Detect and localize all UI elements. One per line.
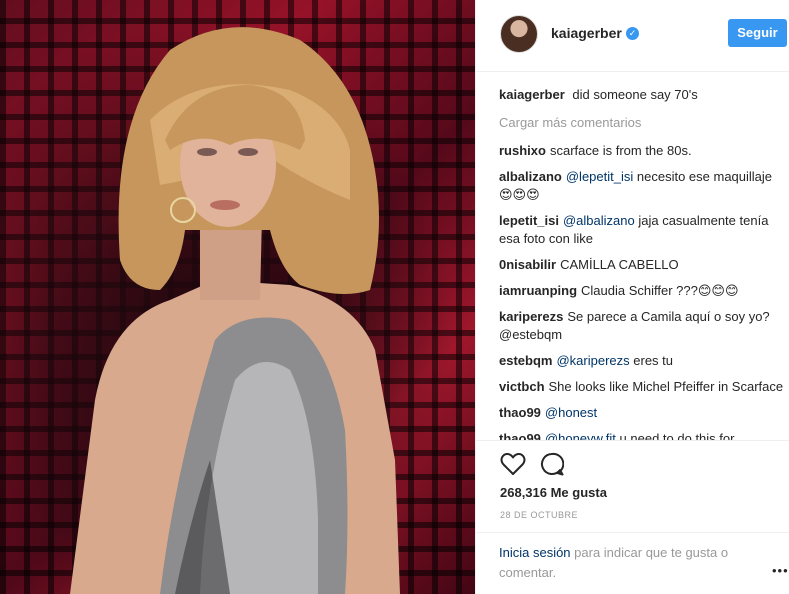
post-side-panel: kaiagerber ✓ Seguir kaiagerber did someo… — [475, 0, 789, 594]
comment-item: 0nisabilir CAMİLLA CABELLO — [499, 256, 784, 274]
comment-username[interactable]: estebqm — [499, 353, 552, 368]
comment-mention[interactable]: @honest — [545, 405, 597, 420]
comment-item: estebqm @kariperezs eres tu — [499, 352, 784, 370]
comment-mention[interactable]: @lepetit_isi — [566, 169, 633, 184]
more-options-icon[interactable]: ••• — [772, 563, 789, 578]
comment-item: iamruanping Claudia Schiffer ???😊😊😊 — [499, 282, 784, 300]
comment-mention[interactable]: @kariperezs — [556, 353, 629, 368]
comments-list[interactable]: kaiagerber did someone say 70's Cargar m… — [499, 82, 784, 440]
caption: kaiagerber did someone say 70's — [499, 86, 784, 104]
verified-badge-icon: ✓ — [626, 27, 639, 40]
comment-text: scarface is from the 80s. — [549, 143, 692, 158]
comment-item: thao99 @honest — [499, 404, 784, 422]
comment-username[interactable]: 0nisabilir — [499, 257, 556, 272]
login-prompt-text: Inicia sesión para indicar que te gusta … — [499, 543, 759, 583]
post-date[interactable]: 28 DE OCTUBRE — [500, 510, 578, 520]
comment-item: albalizano @lepetit_isi necesito ese maqu… — [499, 168, 784, 204]
comment-text: She looks like Michel Pfeiffer in Scarfa… — [548, 379, 784, 394]
comment-item: thao99 @honeyw.fit u need to do this for — [499, 430, 784, 440]
post-header: kaiagerber ✓ Seguir — [476, 0, 789, 72]
comment-username[interactable]: iamruanping — [499, 283, 577, 298]
comment-username[interactable]: victbch — [499, 379, 545, 394]
login-prompt: Inicia sesión para indicar que te gusta … — [476, 532, 789, 594]
login-link[interactable]: Inicia sesión — [499, 545, 571, 560]
comment-username[interactable]: albalizano — [499, 169, 562, 184]
comment-item: lepetit_isi @albalizano jaja casualmente … — [499, 212, 784, 248]
load-more-comments-link[interactable]: Cargar más comentarios — [499, 114, 784, 132]
caption-text: did someone say 70's — [572, 87, 698, 102]
heart-icon[interactable] — [500, 452, 526, 476]
comment-mention[interactable]: @albalizano — [563, 213, 635, 228]
follow-button[interactable]: Seguir — [728, 19, 787, 47]
comment-text: eres tu — [633, 353, 674, 368]
comment-mention[interactable]: @honeyw.fit — [545, 431, 616, 440]
portrait-figure — [70, 27, 400, 594]
avatar[interactable] — [500, 15, 538, 53]
post-photo[interactable] — [0, 0, 475, 594]
caption-username[interactable]: kaiagerber — [499, 87, 565, 102]
username-link[interactable]: kaiagerber — [551, 25, 622, 41]
comment-item: rushixo scarface is from the 80s. — [499, 142, 784, 160]
comment-username[interactable]: rushixo — [499, 143, 546, 158]
comment-bubble-icon[interactable] — [540, 452, 564, 476]
comment-item: kariperezs Se parece a Camila aquí o soy … — [499, 308, 784, 344]
comment-username[interactable]: lepetit_isi — [499, 213, 559, 228]
comment-username[interactable]: thao99 — [499, 405, 541, 420]
comment-username[interactable]: thao99 — [499, 431, 541, 440]
post-actions: 268,316 Me gusta — [476, 440, 789, 500]
comment-text: u need to do this for — [619, 431, 735, 440]
comment-username[interactable]: kariperezs — [499, 309, 563, 324]
comment-text: CAMİLLA CABELLO — [560, 257, 679, 272]
likes-count[interactable]: 268,316 Me gusta — [500, 485, 607, 500]
comment-rows: rushixo scarface is from the 80s. albaliza… — [499, 142, 784, 440]
comment-item: victbch She looks like Michel Pfeiffer in… — [499, 378, 784, 396]
comment-text: Claudia Schiffer ???😊😊😊 — [581, 283, 739, 298]
